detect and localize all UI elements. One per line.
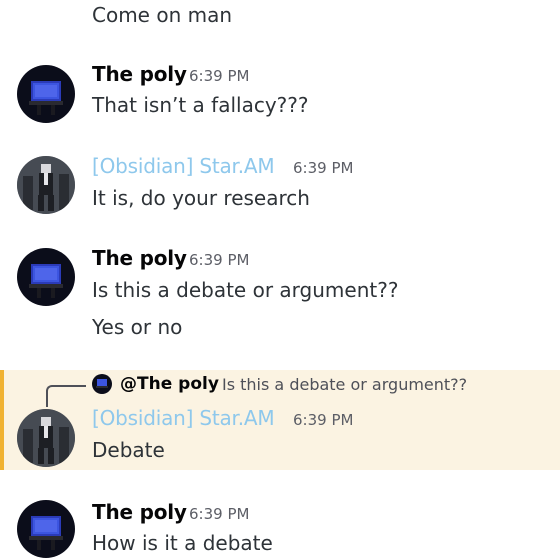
message-text: Come on man: [92, 3, 233, 27]
timestamp: 6:39 PM: [293, 411, 354, 429]
poly-avatar-icon[interactable]: [17, 500, 75, 558]
poly-avatar-icon[interactable]: [17, 248, 75, 306]
author-name[interactable]: The poly: [92, 500, 187, 524]
author-name[interactable]: The poly: [92, 62, 187, 86]
message-text: That isn’t a fallacy???: [92, 93, 309, 117]
message-5: The poly 6:39 PM How is it a debate: [0, 498, 560, 560]
message-0: Come on man: [0, 0, 560, 34]
timestamp: 6:39 PM: [189, 67, 250, 85]
star-avatar-icon[interactable]: [17, 409, 75, 467]
message-text: Yes or no: [92, 315, 183, 339]
poly-avatar-icon[interactable]: [17, 65, 75, 123]
author-name[interactable]: [Obsidian] Star.AM: [92, 154, 275, 178]
star-avatar-icon[interactable]: [17, 156, 75, 214]
message-text: It is, do your research: [92, 186, 310, 210]
reply-avatar-icon[interactable]: [92, 374, 112, 394]
timestamp: 6:39 PM: [293, 159, 354, 177]
reply-preview-text[interactable]: Is this a debate or argument??: [222, 375, 467, 394]
timestamp: 6:39 PM: [189, 251, 250, 269]
message-text: Is this a debate or argument??: [92, 278, 399, 302]
message-text: Debate: [92, 438, 165, 462]
message-text: How is it a debate: [92, 531, 273, 555]
timestamp: 6:39 PM: [189, 505, 250, 523]
reply-author[interactable]: @The poly: [120, 374, 219, 394]
message-2: [Obsidian] Star.AM 6:39 PM It is, do you…: [0, 152, 560, 222]
message-1: The poly 6:39 PM That isn’t a fallacy???: [0, 60, 560, 130]
author-name[interactable]: The poly: [92, 246, 187, 270]
message-3: The poly 6:39 PM Is this a debate or arg…: [0, 244, 560, 344]
message-4: [Obsidian] Star.AM 6:39 PM Debate: [0, 404, 560, 470]
author-name[interactable]: [Obsidian] Star.AM: [92, 406, 275, 430]
